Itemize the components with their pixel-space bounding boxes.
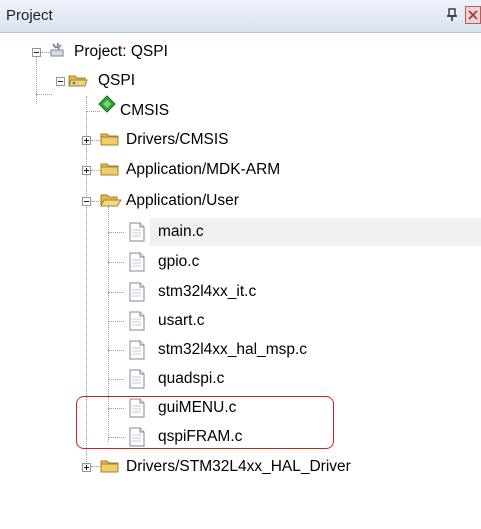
expand-toggle[interactable] (82, 166, 91, 175)
c-file-icon (128, 252, 146, 272)
red-highlight-box (76, 396, 334, 449)
tree-item-label: Drivers/STM32L4xx_HAL_Driver (126, 458, 351, 475)
target-folder-icon (68, 71, 88, 89)
c-file-icon (128, 369, 146, 389)
expand-toggle[interactable] (82, 136, 91, 145)
panel-titlebar: Project (0, 0, 481, 33)
tree-item-label: Application/User (126, 192, 239, 209)
tree-item-application-mdk-arm[interactable]: Application/MDK-ARM (0, 156, 481, 184)
file-item-stm32l4xx-it-c[interactable]: stm32l4xx_it.c (150, 278, 481, 306)
c-file-icon (128, 282, 146, 302)
expand-toggle[interactable] (82, 463, 91, 472)
tree-item-application-user[interactable]: Application/User (0, 187, 481, 215)
file-item-usart-c[interactable]: usart.c (150, 307, 481, 335)
project-tree: Project: QSPI QSPI CMSIS Drivers/CMSIS A… (0, 32, 481, 529)
file-item-stm32l4xx-hal-msp-c[interactable]: stm32l4xx_hal_msp.c (150, 336, 481, 364)
file-label: stm32l4xx_it.c (158, 283, 257, 300)
folder-closed-icon (100, 160, 119, 178)
tree-item-project-root[interactable]: Project: QSPI (0, 38, 481, 66)
tree-item-label: Drivers/CMSIS (126, 131, 229, 148)
tree-item-drivers-stm32l4xx-hal-driver[interactable]: Drivers/STM32L4xx_HAL_Driver (0, 453, 481, 481)
project-panel: Project Project: QSPI QSPI CMSIS Drivers… (0, 0, 481, 529)
file-item-main-c[interactable]: main.c (150, 218, 481, 246)
file-item-gpio-c[interactable]: gpio.c (150, 248, 481, 276)
project-icon (48, 41, 66, 59)
file-label: stm32l4xx_hal_msp.c (158, 341, 308, 358)
tree-item-label: QSPI (98, 72, 136, 89)
tree-item-drivers-cmsis[interactable]: Drivers/CMSIS (0, 126, 481, 154)
tree-item-target[interactable]: QSPI (0, 67, 481, 95)
panel-title: Project (6, 7, 53, 24)
close-icon[interactable] (465, 6, 481, 24)
c-file-icon (128, 222, 146, 242)
collapse-toggle[interactable] (82, 197, 91, 206)
folder-open-icon (100, 191, 122, 209)
c-file-icon (128, 340, 146, 360)
c-file-icon (128, 311, 146, 331)
file-label: usart.c (158, 312, 205, 329)
pin-icon[interactable] (444, 6, 460, 24)
collapse-toggle[interactable] (32, 48, 41, 57)
tree-item-label: Application/MDK-ARM (126, 161, 281, 178)
folder-closed-icon (100, 457, 119, 475)
collapse-toggle[interactable] (56, 77, 65, 86)
file-item-quadspi-c[interactable]: quadspi.c (150, 365, 481, 393)
component-diamond-icon (98, 95, 116, 113)
tree-item-cmsis[interactable]: CMSIS (0, 95, 481, 125)
file-label: main.c (158, 223, 204, 240)
tree-item-label: Project: QSPI (74, 43, 168, 60)
file-label: quadspi.c (158, 370, 225, 387)
tree-item-label: CMSIS (120, 102, 170, 119)
file-label: gpio.c (158, 253, 200, 270)
folder-closed-icon (100, 130, 119, 148)
